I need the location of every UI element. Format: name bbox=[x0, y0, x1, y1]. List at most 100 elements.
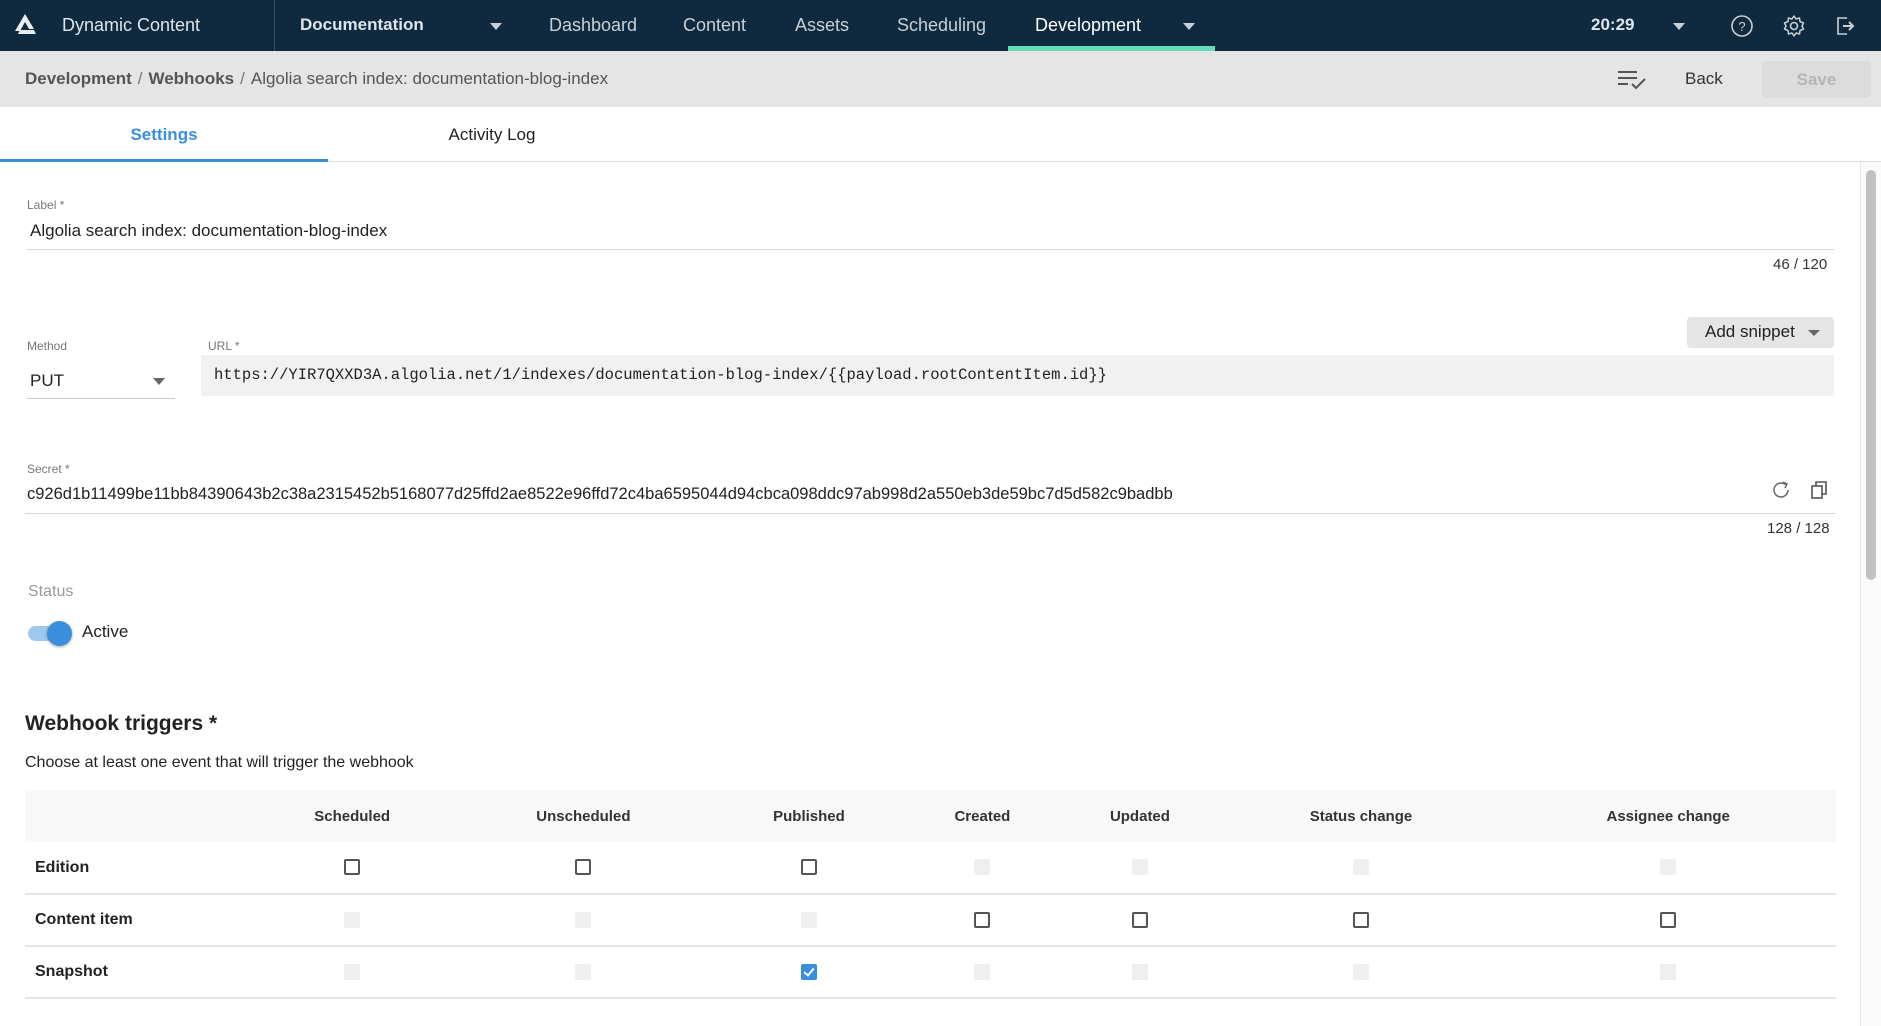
breadcrumb-bar: Development / Webhooks / Algolia search inde… bbox=[0, 51, 1881, 107]
tab-activity-log[interactable]: Activity Log bbox=[328, 107, 656, 162]
development-chevron-down-icon[interactable] bbox=[1183, 23, 1195, 30]
checkbox-content-item-updated[interactable] bbox=[1131, 911, 1148, 928]
checkbox-content-item-published bbox=[800, 911, 817, 928]
label-input-underline bbox=[27, 249, 1834, 250]
time-chevron-down-icon[interactable] bbox=[1673, 23, 1685, 30]
column-header-created: Created bbox=[906, 790, 1059, 842]
table-cell bbox=[711, 894, 907, 947]
help-icon[interactable]: ? bbox=[1730, 14, 1754, 38]
checkbox-edition-created bbox=[974, 859, 991, 876]
checkbox-snapshot-scheduled bbox=[344, 963, 361, 980]
nav-divider bbox=[274, 0, 275, 51]
row-label: Snapshot bbox=[25, 946, 249, 999]
hub-chevron-down-icon[interactable] bbox=[490, 23, 502, 30]
table-row: Edition bbox=[25, 842, 1836, 895]
checkbox-edition-scheduled[interactable] bbox=[344, 859, 361, 876]
webhook-triggers-subtitle: Choose at least one event that will trig… bbox=[25, 754, 414, 771]
checkbox-edition-published[interactable] bbox=[800, 859, 817, 876]
table-cell bbox=[249, 842, 456, 895]
webhook-triggers-table: Scheduled Unscheduled Published Created … bbox=[25, 790, 1836, 999]
tab-settings[interactable]: Settings bbox=[0, 107, 328, 162]
checkbox-content-item-assignee-change[interactable] bbox=[1660, 911, 1677, 928]
url-field-label: URL * bbox=[208, 339, 240, 353]
table-cell bbox=[1500, 894, 1836, 947]
svg-text:?: ? bbox=[1738, 19, 1745, 34]
column-header-scheduled: Scheduled bbox=[249, 790, 456, 842]
table-row: Snapshot bbox=[25, 946, 1836, 999]
settings-icon[interactable] bbox=[1782, 14, 1806, 38]
task-list-check-icon[interactable] bbox=[1617, 68, 1647, 90]
table-cell bbox=[455, 842, 712, 895]
table-cell bbox=[906, 842, 1059, 895]
checkbox-edition-assignee-change bbox=[1660, 859, 1677, 876]
checkbox-snapshot-updated bbox=[1131, 963, 1148, 980]
add-snippet-label: Add snippet bbox=[1705, 322, 1795, 341]
checkbox-edition-updated bbox=[1131, 859, 1148, 876]
table-row: Content item bbox=[25, 894, 1836, 947]
url-input[interactable]: https://YIR7QXXD3A.algolia.net/1/indexes… bbox=[201, 355, 1834, 396]
amplience-logo-icon[interactable] bbox=[12, 13, 38, 37]
label-field-label: Label * bbox=[27, 198, 65, 212]
checkbox-edition-unscheduled[interactable] bbox=[575, 859, 592, 876]
column-header-published: Published bbox=[711, 790, 907, 842]
nav-item-development[interactable]: Development bbox=[1035, 15, 1141, 36]
status-toggle[interactable] bbox=[28, 620, 72, 646]
table-cell bbox=[1500, 842, 1836, 895]
nav-item-content[interactable]: Content bbox=[683, 15, 746, 36]
column-header-updated: Updated bbox=[1058, 790, 1222, 842]
checkbox-snapshot-created bbox=[974, 963, 991, 980]
toggle-thumb bbox=[47, 621, 72, 646]
column-header-status-change: Status change bbox=[1221, 790, 1501, 842]
status-toggle-label: Active bbox=[82, 622, 129, 641]
add-snippet-button[interactable]: Add snippet bbox=[1687, 317, 1834, 348]
breadcrumb: Development / Webhooks / Algolia search inde… bbox=[25, 69, 608, 89]
label-input[interactable]: Algolia search index: documentation-blog… bbox=[30, 221, 387, 241]
hub-selector[interactable]: Documentation bbox=[300, 15, 424, 35]
table-cell bbox=[455, 894, 712, 947]
row-label: Edition bbox=[25, 842, 249, 895]
nav-item-dashboard[interactable]: Dashboard bbox=[549, 15, 637, 36]
table-cell bbox=[1221, 946, 1501, 999]
scrollbar-thumb[interactable] bbox=[1866, 170, 1876, 580]
logout-icon[interactable] bbox=[1833, 14, 1857, 38]
back-button[interactable]: Back bbox=[1685, 69, 1723, 89]
checkbox-snapshot-unscheduled bbox=[575, 963, 592, 980]
secret-field-label: Secret * bbox=[27, 462, 70, 476]
regenerate-icon[interactable] bbox=[1770, 479, 1792, 501]
table-cell bbox=[1058, 842, 1222, 895]
checkbox-content-item-status-change[interactable] bbox=[1352, 911, 1369, 928]
secret-input-underline bbox=[25, 513, 1836, 514]
checkbox-snapshot-assignee-change bbox=[1660, 963, 1677, 980]
table-cell bbox=[1058, 946, 1222, 999]
copy-icon[interactable] bbox=[1808, 479, 1830, 501]
webhook-triggers-title: Webhook triggers * bbox=[25, 712, 218, 735]
nav-item-assets[interactable]: Assets bbox=[795, 15, 849, 36]
time-display[interactable]: 20:29 bbox=[1591, 15, 1634, 35]
checkbox-edition-status-change bbox=[1352, 859, 1369, 876]
table-cell bbox=[711, 842, 907, 895]
status-label: Status bbox=[28, 583, 74, 600]
vertical-scrollbar[interactable] bbox=[1860, 162, 1881, 1026]
breadcrumb-separator: / bbox=[240, 69, 245, 88]
breadcrumb-webhooks[interactable]: Webhooks bbox=[148, 69, 234, 88]
table-cell bbox=[1500, 946, 1836, 999]
url-value: https://YIR7QXXD3A.algolia.net/1/indexes… bbox=[214, 366, 1107, 384]
table-cell bbox=[249, 894, 456, 947]
method-select[interactable]: PUT bbox=[27, 363, 175, 399]
breadcrumb-development[interactable]: Development bbox=[25, 69, 132, 88]
app-title[interactable]: Dynamic Content bbox=[62, 15, 200, 36]
row-label: Content item bbox=[25, 894, 249, 947]
table-cell bbox=[1221, 842, 1501, 895]
secret-input[interactable]: c926d1b11499be11bb84390643b2c38a2315452b… bbox=[27, 485, 1173, 504]
column-header-assignee-change: Assignee change bbox=[1500, 790, 1836, 842]
checkbox-snapshot-published[interactable] bbox=[800, 963, 817, 980]
table-cell bbox=[455, 946, 712, 999]
label-char-counter: 46 / 120 bbox=[1773, 256, 1828, 273]
checkbox-content-item-scheduled bbox=[344, 911, 361, 928]
nav-item-scheduling[interactable]: Scheduling bbox=[897, 15, 986, 36]
table-cell bbox=[906, 946, 1059, 999]
checkbox-content-item-unscheduled bbox=[575, 911, 592, 928]
top-navigation-bar: Dynamic Content Documentation Dashboard … bbox=[0, 0, 1881, 51]
save-button[interactable]: Save bbox=[1762, 61, 1871, 98]
checkbox-content-item-created[interactable] bbox=[974, 911, 991, 928]
